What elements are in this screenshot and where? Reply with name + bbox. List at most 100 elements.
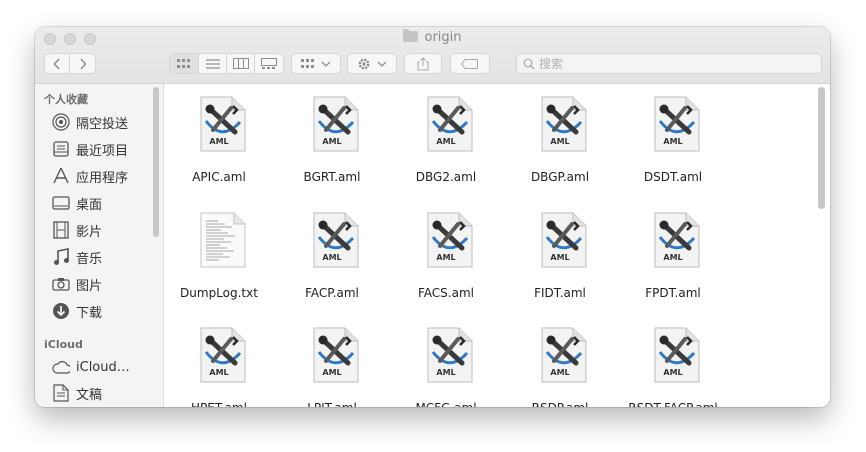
- chevron-down-icon: [321, 61, 331, 67]
- file-name-label: MCFG.aml: [391, 401, 501, 407]
- list-icon: [205, 58, 220, 69]
- sidebar-item-airdrop[interactable]: 隔空投送: [52, 111, 128, 133]
- sidebar-item-label: 最近项目: [76, 143, 129, 159]
- file-icon-caption: AML: [209, 368, 229, 377]
- desktop-icon: [52, 194, 70, 212]
- applications-icon: [52, 167, 70, 185]
- file-name-label: HPET.aml: [164, 401, 274, 407]
- view-mode-segmented: [169, 53, 284, 74]
- file-item[interactable]: AML BGRT.aml: [277, 88, 387, 188]
- sidebar-item-label: 影片: [76, 224, 103, 240]
- file-icon-caption: AML: [322, 137, 342, 146]
- gallery-icon: [261, 58, 277, 69]
- search-input[interactable]: 搜索: [516, 53, 822, 74]
- file-name-label: DBGP.aml: [530, 170, 590, 184]
- tags-button[interactable]: [450, 53, 490, 74]
- sidebar-item-recents[interactable]: 最近项目: [52, 138, 128, 160]
- aml-document-icon: AML: [427, 96, 473, 152]
- file-name-label: DSDT.aml: [643, 170, 703, 184]
- file-name-label: DumpLog.txt: [180, 286, 258, 300]
- file-item[interactable]: AML APIC.aml: [164, 88, 274, 188]
- recents-icon: [52, 140, 70, 158]
- aml-document-icon: AML: [427, 212, 473, 268]
- gallery-view-button[interactable]: [255, 54, 283, 73]
- list-view-button[interactable]: [199, 54, 227, 73]
- aml-document-icon: AML: [654, 212, 700, 268]
- share-icon: [417, 56, 429, 70]
- file-item[interactable]: AML DBGP.aml: [505, 88, 615, 188]
- text-document-icon: [200, 212, 246, 268]
- forward-button[interactable]: [70, 54, 95, 73]
- sidebar-item-label: 文稿: [76, 387, 103, 403]
- columns-icon: [232, 58, 249, 69]
- file-item[interactable]: AML RSDP.aml: [505, 319, 615, 407]
- sidebar-item-icloud-drive[interactable]: iCloud…: [52, 356, 130, 378]
- file-icon-caption: AML: [663, 253, 683, 262]
- sidebar-item-desktop[interactable]: 桌面: [52, 192, 102, 214]
- airdrop-icon: [52, 113, 70, 131]
- aml-document-icon: AML: [313, 327, 359, 383]
- nav-buttons: [44, 53, 96, 74]
- search-placeholder: 搜索: [539, 57, 564, 71]
- aml-document-icon: AML: [427, 327, 473, 383]
- sidebar-section-header-icloud: iCloud: [44, 338, 83, 351]
- back-button[interactable]: [45, 54, 71, 73]
- sidebar-item-label: 图片: [76, 278, 103, 294]
- file-item[interactable]: AML FIDT.aml: [505, 204, 615, 304]
- aml-document-icon: AML: [313, 212, 359, 268]
- file-item[interactable]: AML FPDT.aml: [618, 204, 728, 304]
- chevron-left-icon: [53, 57, 60, 70]
- file-icon-caption: AML: [550, 368, 570, 377]
- sidebar-item-music[interactable]: 音乐: [52, 246, 102, 268]
- share-button[interactable]: [404, 53, 442, 74]
- file-icon-caption: AML: [322, 253, 342, 262]
- file-name-label: BGRT.aml: [303, 170, 361, 184]
- sidebar-item-documents[interactable]: 文稿: [52, 382, 102, 404]
- column-view-button[interactable]: [227, 54, 255, 73]
- sidebar-item-label: 桌面: [76, 197, 103, 213]
- file-item[interactable]: DumpLog.txt: [164, 204, 274, 304]
- file-item[interactable]: AML MCFG.aml: [391, 319, 501, 407]
- file-icon-caption: AML: [663, 368, 683, 377]
- aml-document-icon: AML: [313, 96, 359, 152]
- file-item[interactable]: AML FACP.aml: [277, 204, 387, 304]
- file-item[interactable]: AML HPET.aml: [164, 319, 274, 407]
- chevron-right-icon: [79, 57, 87, 70]
- file-name-label: RSDP.aml: [505, 401, 615, 407]
- action-button[interactable]: [347, 53, 397, 74]
- sidebar-item-pictures[interactable]: 图片: [52, 273, 102, 295]
- file-item[interactable]: AML DSDT.aml: [618, 88, 728, 188]
- aml-document-icon: AML: [541, 212, 587, 268]
- file-name-label: FPDT.aml: [645, 286, 701, 300]
- aml-document-icon: AML: [200, 96, 246, 152]
- tag-icon: [461, 58, 478, 69]
- file-icon-caption: AML: [663, 137, 683, 146]
- file-item[interactable]: AML DBG2.aml: [391, 88, 501, 188]
- aml-document-icon: AML: [654, 327, 700, 383]
- file-item[interactable]: AML FACS.aml: [391, 204, 501, 304]
- group-by-button[interactable]: [291, 53, 341, 74]
- aml-document-icon: AML: [541, 96, 587, 152]
- sidebar-scrollbar[interactable]: [153, 87, 159, 237]
- icon-view-button[interactable]: [170, 54, 199, 73]
- sidebar-item-movies[interactable]: 影片: [52, 219, 102, 241]
- content-scrollbar[interactable]: [818, 87, 825, 209]
- music-icon: [52, 248, 70, 266]
- finder-window: origin 搜索 个人收藏 隔空投送 最近项目 应用程序 桌面 影片 音乐 图…: [35, 27, 830, 407]
- grid-icon: [301, 58, 314, 68]
- aml-document-icon: AML: [654, 96, 700, 152]
- file-item[interactable]: AML LPIT.aml: [277, 319, 387, 407]
- file-icon-caption: AML: [322, 368, 342, 377]
- file-item[interactable]: AML RSDT-FACP.aml: [618, 319, 728, 407]
- sidebar-item-applications[interactable]: 应用程序: [52, 165, 128, 187]
- aml-document-icon: AML: [541, 327, 587, 383]
- file-icon-grid: AML APIC.aml AML BGRT.aml AML DBG2.aml A…: [164, 84, 830, 407]
- file-name-label: RSDT-FACP.aml: [618, 401, 728, 407]
- downloads-icon: [52, 302, 70, 320]
- file-icon-caption: AML: [209, 137, 229, 146]
- window-title: origin: [35, 29, 830, 45]
- sidebar-item-downloads[interactable]: 下载: [52, 300, 102, 322]
- sidebar-item-label: 音乐: [76, 251, 103, 267]
- sidebar-item-label: iCloud…: [76, 359, 130, 375]
- gear-icon: [358, 58, 370, 69]
